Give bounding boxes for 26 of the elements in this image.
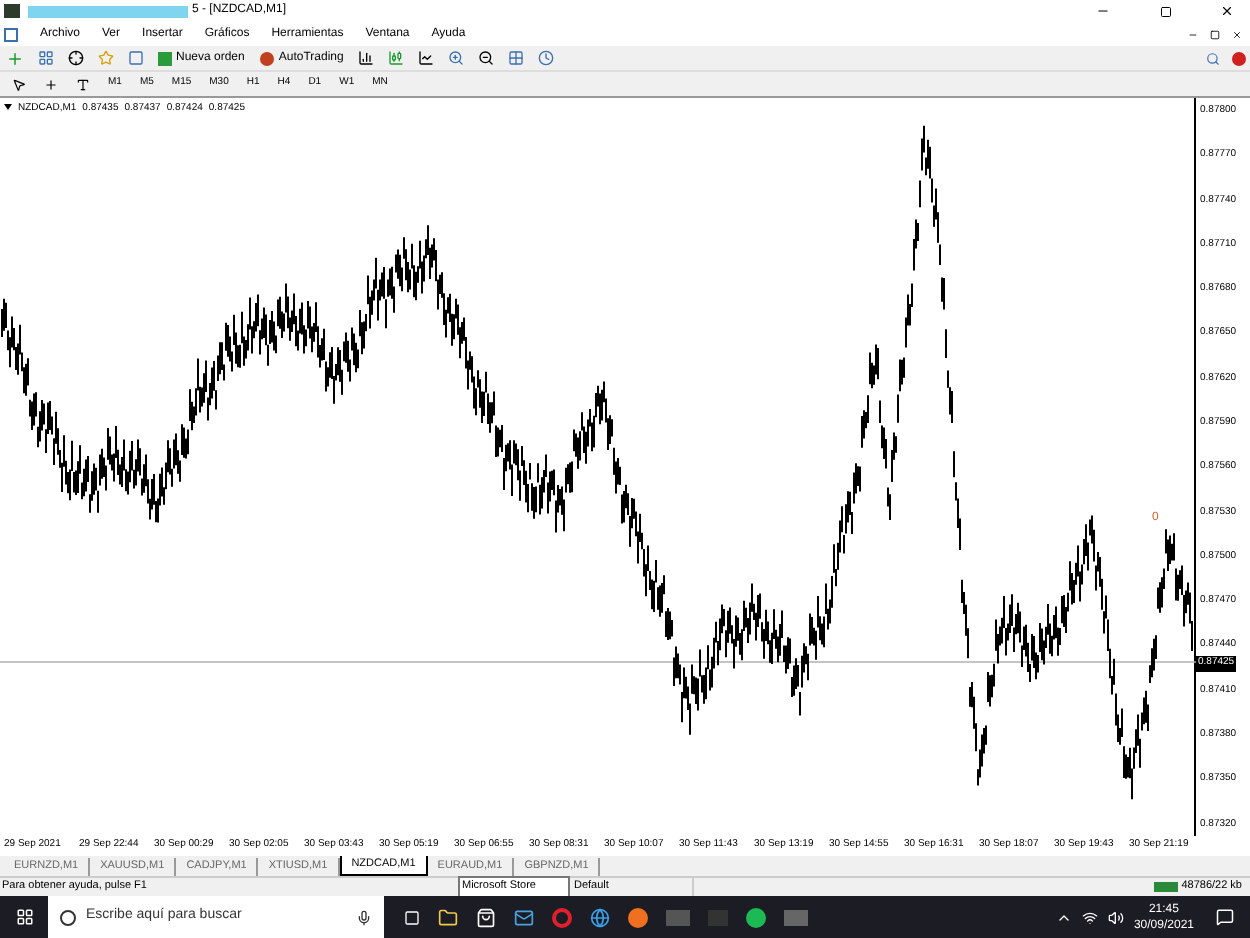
window-icon[interactable] — [124, 47, 146, 69]
star-icon[interactable] — [94, 47, 116, 69]
mail-icon[interactable] — [514, 907, 534, 927]
notification-icon[interactable] — [1232, 51, 1246, 65]
tile-icon[interactable] — [505, 47, 528, 69]
chart-window-icon — [4, 27, 18, 41]
zoom-in-icon[interactable] — [445, 47, 468, 69]
microphone-icon[interactable] — [356, 909, 372, 925]
notifications-icon[interactable] — [1216, 908, 1234, 926]
clock-icon[interactable] — [535, 47, 558, 69]
crosshair-icon[interactable] — [64, 47, 86, 69]
connection-bars-icon — [1153, 882, 1178, 892]
line-chart-icon[interactable] — [415, 47, 438, 69]
search-icon[interactable] — [1202, 47, 1224, 69]
folder-icon[interactable] — [438, 907, 458, 927]
button-icon — [158, 51, 172, 65]
zoom-out-icon[interactable] — [475, 47, 498, 69]
profiles-icon[interactable] — [34, 47, 56, 69]
button-icon — [260, 51, 275, 65]
dropdown-triangle-icon[interactable] — [4, 104, 12, 110]
shopping-bag-icon[interactable] — [476, 907, 496, 927]
task-view-icon[interactable] — [404, 909, 420, 925]
candlestick-icon[interactable] — [385, 47, 408, 69]
network-icon[interactable] — [1081, 909, 1098, 925]
volume-icon[interactable] — [1107, 909, 1124, 925]
bar-chart-icon[interactable] — [355, 47, 378, 69]
